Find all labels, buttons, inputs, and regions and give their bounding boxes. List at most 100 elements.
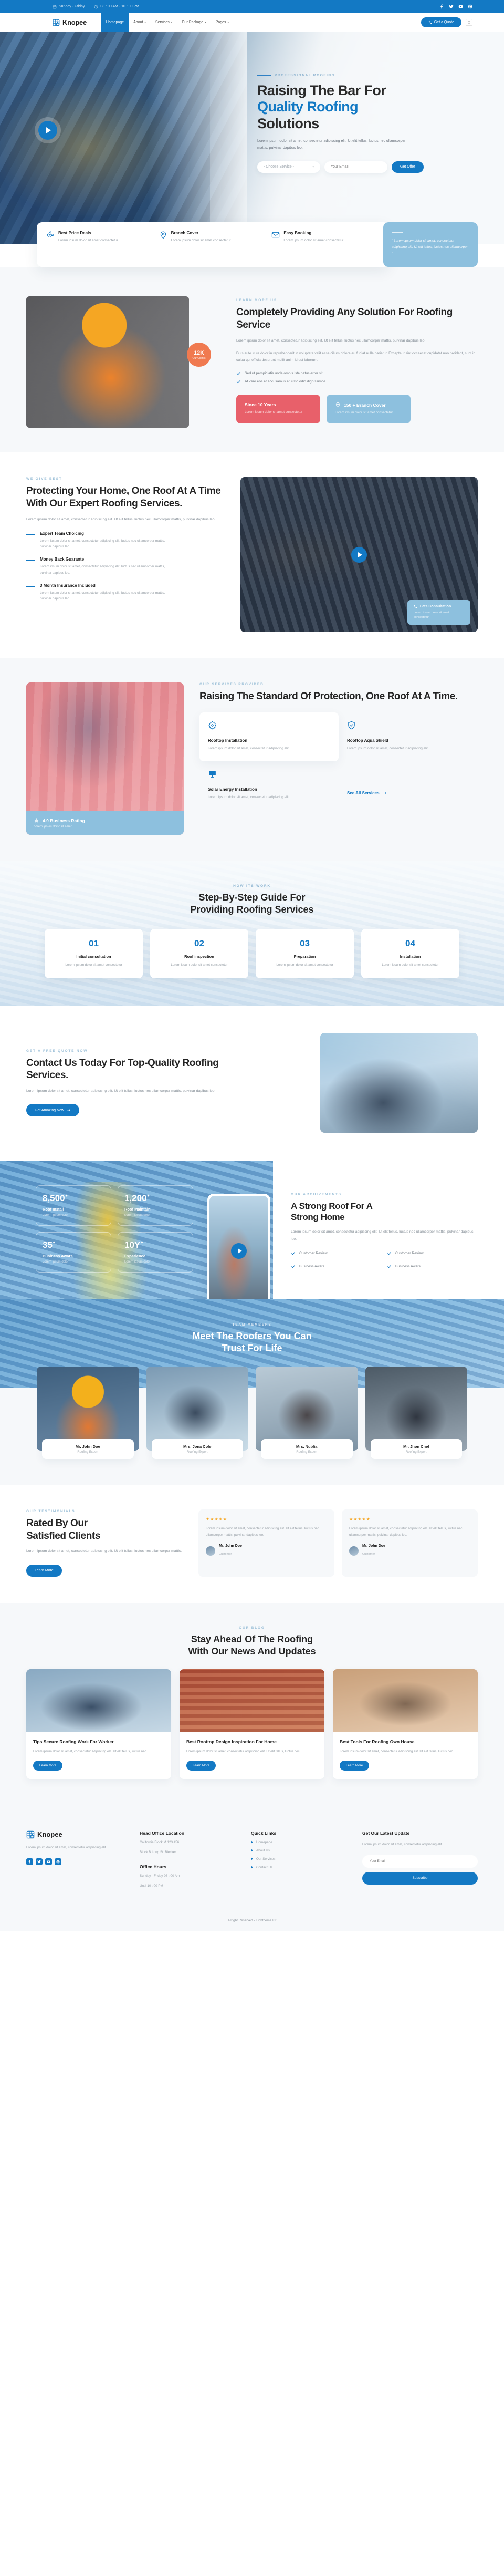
achievements-paragraph: Lorem ipsum dolor sit amet, consectetur … — [291, 1230, 474, 1241]
twitter-icon[interactable] — [36, 1858, 43, 1865]
see-all-services-link[interactable]: See All Services — [347, 791, 387, 795]
blog-card[interactable]: Best Tools For Roofing Own House Lorem i… — [333, 1669, 478, 1779]
steps-eyebrow: HOW ITS WORK — [233, 884, 271, 888]
blog-learn-more-button[interactable]: Learn More — [340, 1760, 370, 1771]
business-rating-card: 4.9 Business Rating Lorem ipsum dolor si… — [26, 811, 184, 835]
protect-play-button[interactable] — [351, 546, 367, 563]
facebook-icon[interactable] — [26, 1858, 33, 1865]
nav-item-homepage[interactable]: Homepage — [101, 13, 129, 32]
protect-eyebrow: WE GIVE BEST — [26, 477, 62, 481]
team-member[interactable]: Mr. Jhon Cnel Roofing Expert — [365, 1366, 467, 1459]
achievements-check-list: Customer Review Customer Review Business… — [291, 1251, 478, 1273]
feature-title: Easy Booking — [284, 231, 312, 235]
contact-eyebrow: GET A FREE QUOTE NOW — [26, 1049, 88, 1053]
consultation-title: Lets Consultation — [414, 605, 464, 608]
step-card-03: 03 Preparation Lorem ipsum dolor sit ame… — [256, 928, 354, 978]
testimonials-title-line2: Satisfied Clients — [26, 1530, 101, 1542]
blog-card[interactable]: Tips Secure Roofing Work For Worker Lore… — [26, 1669, 171, 1779]
service-select[interactable]: - Choose Service - ▾ — [257, 161, 320, 173]
services-title: Raising The Standard Of Protection, One … — [200, 691, 458, 702]
office-days-label: Sunday - Friday — [59, 5, 85, 8]
footer: Knopee Lorem ipsum dolor sit amet, conse… — [0, 1805, 504, 1931]
youtube-icon[interactable] — [458, 4, 463, 9]
testimonials-learn-more-button[interactable]: Learn More — [26, 1564, 62, 1577]
blog-learn-more-button[interactable]: Learn More — [186, 1760, 216, 1771]
pill-since-10-years: Since 10 Years Lorem ipsum dolor sit ame… — [236, 395, 320, 423]
check-item: Business Awars — [387, 1264, 478, 1269]
footer-links-column: Quick Links Homepage About Us Our Servic… — [251, 1830, 349, 1889]
check-item: Customer Review — [387, 1251, 478, 1256]
footer-link-about-us[interactable]: About Us — [251, 1849, 349, 1853]
subscribe-button[interactable]: Subscribe — [362, 1871, 478, 1885]
pinterest-icon[interactable] — [468, 4, 472, 9]
tick-label: At vero eos et accusamus et iusto odio d… — [245, 380, 326, 384]
shield-check-icon — [348, 721, 355, 730]
star-rating: ★★★★★ — [349, 1516, 371, 1522]
service-select-value: - Choose Service - — [264, 165, 294, 169]
service-card-solar-energy-installation[interactable]: Solar Energy Installation Lorem ipsum do… — [200, 761, 339, 810]
team-grid: Mr. John Doe Roofing Expert Mrs. Jona Co… — [37, 1366, 467, 1459]
team-member[interactable]: Mr. John Doe Roofing Expert — [37, 1366, 139, 1459]
get-offer-button[interactable]: Get Offer — [392, 161, 424, 173]
footer-link-homepage[interactable]: Homepage — [251, 1840, 349, 1844]
step-number: 03 — [300, 938, 310, 948]
about-section: 12K Our Clients LEARN MORE US Completely… — [0, 267, 504, 452]
brand-logo[interactable]: Knopee — [52, 18, 87, 26]
arrow-right-icon — [67, 1109, 70, 1112]
pill-branch-cover: 150 + Branch Cover Lorem ipsum dolor sit… — [327, 395, 411, 423]
footer-links-title: Quick Links — [251, 1830, 277, 1836]
newsletter-email-input[interactable] — [362, 1855, 478, 1868]
star-rating: ★★★★★ — [206, 1516, 227, 1522]
footer-about-text: Lorem ipsum dolor sit amet, consectetur … — [26, 1845, 107, 1849]
team-member[interactable]: Mrs. Jona Cole Roofing Expert — [146, 1366, 248, 1459]
nav-item-our-package[interactable]: Our Package ▾ — [177, 13, 211, 32]
top-bar: Sunday - Friday 08 : 00 AM - 10 : 00 PM — [0, 0, 504, 13]
chevron-down-icon: ▾ — [144, 20, 146, 24]
search-icon[interactable] — [466, 19, 472, 26]
avatar — [349, 1546, 359, 1556]
hero-email-input[interactable] — [324, 161, 387, 173]
stat-text: Lorem ipsum dolor — [43, 1213, 69, 1217]
nav-item-pages[interactable]: Pages ▾ — [211, 13, 234, 32]
team-member-name: Mrs. Nublia — [296, 1444, 318, 1449]
achievements-video-card — [207, 1193, 270, 1299]
footer-hours-line1: Sunday - Friday 08 : 00 Am — [140, 1874, 180, 1878]
tick-item: Sed ut perspiciatis unde omnis iste natu… — [236, 371, 478, 376]
facebook-icon[interactable] — [439, 4, 444, 9]
service-card-rooftop-aqua-shield[interactable]: Rooftop Aqua Shield Lorem ipsum dolor si… — [339, 712, 478, 761]
achievements-play-button[interactable] — [231, 1243, 247, 1259]
hero-title-line2: Quality Roofing — [257, 99, 359, 115]
clients-badge-number: 12K — [193, 349, 205, 356]
get-a-quote-button[interactable]: Get a Quote — [421, 17, 461, 27]
achievements-title: A Strong Roof For A Strong Home — [291, 1201, 478, 1223]
twitter-icon[interactable] — [449, 4, 454, 9]
team-member-name: Mr. Jhon Cnel — [403, 1444, 429, 1449]
check-icon — [236, 380, 241, 384]
get-amazing-now-button[interactable]: Get Amazing Now — [26, 1104, 80, 1117]
team-member[interactable]: Mrs. Nublia Roofing Expert — [256, 1366, 358, 1459]
footer-link-our-services[interactable]: Our Services — [251, 1857, 349, 1861]
blog-card-text: Lorem ipsum dolor sit amet, consectetur … — [33, 1750, 148, 1754]
clients-badge-label: Our Clients — [192, 356, 206, 360]
nav-item-about[interactable]: About ▾ — [129, 13, 151, 32]
blog-card[interactable]: Best Rooftop Design Inspiration For Home… — [180, 1669, 324, 1779]
step-title: Roof inspection — [184, 954, 214, 959]
team-member-photo — [256, 1366, 358, 1451]
blog-eyebrow: OUR BLOG — [239, 1626, 265, 1630]
service-card-title: Solar Energy Installation — [208, 787, 257, 792]
footer-link-contact-us[interactable]: Contact Us — [251, 1866, 349, 1869]
hero-title: Raising The Bar For Quality Roofing Solu… — [257, 82, 504, 132]
testimonials-paragraph: Lorem ipsum dolor sit amet, consectetur … — [26, 1549, 182, 1554]
service-card-rooftop-installation[interactable]: Rooftop Installation Lorem ipsum dolor s… — [200, 712, 339, 761]
nav-item-services[interactable]: Services ▾ — [151, 13, 177, 32]
youtube-icon[interactable] — [45, 1858, 52, 1865]
see-all-services-cell: See All Services — [339, 761, 478, 810]
business-rating-title: 4.9 Business Rating — [34, 818, 176, 823]
pinterest-icon[interactable] — [55, 1858, 61, 1865]
services-grid: Rooftop Installation Lorem ipsum dolor s… — [200, 712, 478, 810]
blog-card-text: Lorem ipsum dolor sit amet, consectetur … — [340, 1750, 454, 1754]
footer-brand[interactable]: Knopee — [26, 1830, 126, 1839]
consultation-card[interactable]: Lets Consultation Lorem ipsum dolor sit … — [407, 600, 470, 625]
stat-text: Lorem ipsum dolor — [43, 1260, 69, 1264]
blog-learn-more-button[interactable]: Learn More — [33, 1760, 63, 1771]
